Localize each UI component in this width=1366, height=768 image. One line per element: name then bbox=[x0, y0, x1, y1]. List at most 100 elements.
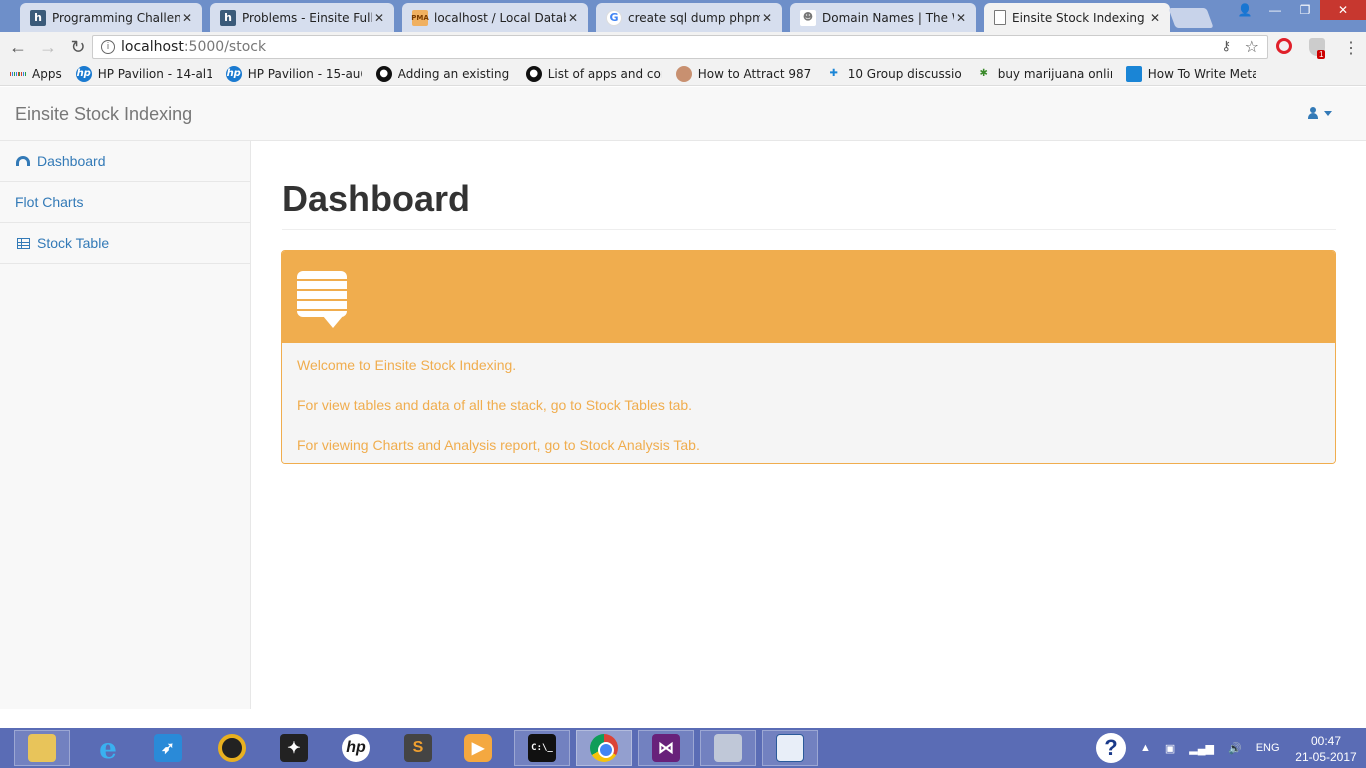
browser-tab[interactable]: h Programming Challenges ✕ bbox=[20, 3, 202, 32]
taskbar-command-prompt[interactable]: C:\_ bbox=[514, 730, 570, 766]
volume-icon[interactable]: 🔊 bbox=[1228, 742, 1242, 755]
taskbar-system-monitor[interactable] bbox=[700, 730, 756, 766]
taskbar-file-explorer[interactable] bbox=[14, 730, 70, 766]
google-icon: G bbox=[606, 9, 622, 26]
browser-tab[interactable]: PMA localhost / Local Database ✕ bbox=[402, 3, 588, 32]
bookmark-item[interactable]: ✚ 10 Group discussion t bbox=[826, 66, 962, 82]
sidebar-item-stock-table[interactable]: Stock Table bbox=[0, 223, 250, 264]
panel-body: Welcome to Einsite Stock Indexing. For v… bbox=[282, 343, 1335, 463]
bookmark-item[interactable]: How To Write Meta D bbox=[1125, 65, 1256, 82]
sublime-text-icon: S bbox=[404, 734, 432, 762]
apps-icon bbox=[10, 66, 27, 82]
restore-icon[interactable]: ❐ bbox=[1290, 0, 1320, 20]
taskbar-sublime-text[interactable]: S bbox=[390, 730, 446, 766]
bookmark-item[interactable]: hp HP Pavilion - 15-au62 bbox=[225, 65, 362, 82]
close-icon[interactable]: ✕ bbox=[180, 11, 194, 25]
taskbar-puzzle-app[interactable]: ✦ bbox=[266, 730, 322, 766]
group-icon: ✚ bbox=[829, 68, 838, 79]
tab-title: localhost / Local Database bbox=[434, 10, 566, 25]
sidebar-item-label: Flot Charts bbox=[15, 194, 84, 210]
user-profile-icon[interactable]: 👤 bbox=[1230, 0, 1260, 20]
charts-hint-text: For viewing Charts and Analysis report, … bbox=[297, 437, 700, 453]
bookmark-apps[interactable]: Apps bbox=[10, 66, 62, 82]
hp-icon: hp bbox=[75, 65, 92, 82]
bookmark-star-icon[interactable]: ☆ bbox=[1245, 37, 1259, 56]
close-icon[interactable]: ✕ bbox=[1148, 11, 1162, 25]
hp-icon: hp bbox=[342, 734, 370, 762]
flag-icon bbox=[1125, 65, 1142, 82]
bookmark-item[interactable]: ● List of apps and comp bbox=[525, 65, 662, 82]
taskbar-media-app[interactable] bbox=[204, 730, 260, 766]
info-icon[interactable]: i bbox=[101, 40, 115, 54]
taskbar-hp-app[interactable]: hp bbox=[328, 730, 384, 766]
browser-tab[interactable]: G create sql dump phpmyadmin ✕ bbox=[596, 3, 782, 32]
task-manager-icon bbox=[776, 734, 804, 762]
tab-title: Problems - Einsite FullStack bbox=[242, 10, 372, 25]
taskbar-task-manager[interactable] bbox=[762, 730, 818, 766]
bookmark-item[interactable]: ● Adding an existing pr bbox=[375, 65, 512, 82]
back-arrow-icon[interactable]: ← bbox=[6, 35, 30, 59]
taskbar-clock[interactable]: 00:47 21-05-2017 bbox=[1290, 733, 1362, 765]
language-indicator[interactable]: ENG bbox=[1256, 742, 1280, 754]
bookmark-item[interactable]: ✱ buy marijuana online bbox=[976, 66, 1112, 82]
user-dropdown-toggle[interactable] bbox=[1308, 107, 1332, 119]
sidebar-item-flot-charts[interactable]: Flot Charts bbox=[0, 182, 250, 223]
minimize-icon[interactable]: — bbox=[1260, 0, 1290, 20]
taskbar-media-player[interactable]: ▶ bbox=[450, 730, 506, 766]
key-icon[interactable]: ⚷ bbox=[1221, 39, 1231, 54]
website-icon: ☻ bbox=[800, 9, 816, 26]
bookmark-item[interactable]: How to Attract 9872 V bbox=[675, 65, 812, 82]
page-title: Dashboard bbox=[282, 178, 471, 219]
new-tab-button[interactable] bbox=[1168, 8, 1214, 28]
window-close-icon[interactable]: ✕ bbox=[1320, 0, 1366, 20]
url-path: :5000/stock bbox=[183, 39, 267, 55]
bookmark-label: HP Pavilion - 14-al11 bbox=[97, 66, 212, 81]
sidebar-item-dashboard[interactable]: Dashboard bbox=[0, 141, 250, 182]
close-icon[interactable]: ✕ bbox=[372, 11, 386, 25]
hackerearth-icon: h bbox=[220, 9, 236, 26]
welcome-panel: Welcome to Einsite Stock Indexing. For v… bbox=[281, 250, 1336, 464]
bookmark-item[interactable]: hp HP Pavilion - 14-al11 bbox=[75, 65, 212, 82]
taskbar-internet-explorer[interactable]: e bbox=[80, 730, 136, 766]
reload-icon[interactable]: ↻ bbox=[66, 35, 90, 59]
extension-badge: 1 bbox=[1317, 50, 1326, 59]
puzzle-icon: ✦ bbox=[280, 734, 308, 762]
forward-arrow-icon[interactable]: → bbox=[36, 35, 60, 59]
browser-tab[interactable]: h Problems - Einsite FullStack ✕ bbox=[210, 3, 394, 32]
url-host: localhost bbox=[121, 39, 184, 55]
network-adapter-icon[interactable]: ▣ bbox=[1165, 742, 1175, 755]
table-icon bbox=[15, 236, 31, 250]
rocket-icon: ➶ bbox=[154, 734, 182, 762]
bookmark-label: List of apps and comp bbox=[547, 66, 662, 81]
tab-title: Einsite Stock Indexing bbox=[1012, 10, 1145, 25]
chrome-icon bbox=[590, 734, 618, 762]
phpmyadmin-icon: PMA bbox=[411, 9, 429, 26]
tab-title: Domain Names | The World bbox=[822, 10, 954, 25]
disc-icon bbox=[218, 734, 246, 762]
close-icon[interactable]: ✕ bbox=[566, 11, 580, 25]
taskbar-chrome[interactable] bbox=[576, 730, 632, 766]
help-icon[interactable]: ? bbox=[1096, 733, 1126, 763]
bookmark-label: buy marijuana online bbox=[997, 66, 1112, 81]
wifi-signal-icon[interactable]: ▂▄▆ bbox=[1189, 742, 1214, 755]
chrome-menu-icon[interactable]: ⋮ bbox=[1343, 38, 1359, 58]
opera-extension-icon[interactable] bbox=[1276, 38, 1292, 54]
tab-title: Programming Challenges bbox=[52, 10, 180, 25]
folder-icon bbox=[28, 734, 56, 762]
github-icon: ● bbox=[375, 65, 392, 82]
brand-title[interactable]: Einsite Stock Indexing bbox=[15, 104, 192, 125]
system-tray: ? ▲ ▣ ▂▄▆ 🔊 ENG bbox=[1096, 728, 1280, 768]
bookmark-label: How To Write Meta D bbox=[1147, 66, 1256, 81]
tray-expand-icon[interactable]: ▲ bbox=[1140, 742, 1151, 754]
hp-icon: hp bbox=[225, 65, 242, 82]
browser-tab-active[interactable]: Einsite Stock Indexing ✕ bbox=[984, 3, 1170, 32]
play-icon: ▶ bbox=[464, 734, 492, 762]
browser-tab[interactable]: ☻ Domain Names | The World ✕ bbox=[790, 3, 976, 32]
taskbar-rocket-app[interactable]: ➶ bbox=[140, 730, 196, 766]
sidebar-item-label: Stock Table bbox=[37, 235, 110, 251]
address-bar[interactable]: i localhost:5000/stock ⚷ ☆ bbox=[92, 35, 1268, 59]
taskbar-visual-studio[interactable]: ⋈ bbox=[638, 730, 694, 766]
close-icon[interactable]: ✕ bbox=[760, 11, 774, 25]
close-icon[interactable]: ✕ bbox=[954, 11, 968, 25]
bookmarks-bar: Apps hp HP Pavilion - 14-al11 hp HP Pavi… bbox=[0, 62, 1366, 86]
